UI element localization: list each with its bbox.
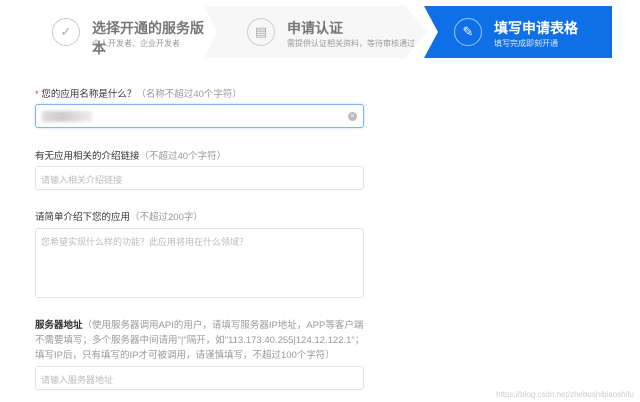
- app-name-label: * 您的应用名称是什么？（名称不超过40个字符）: [35, 86, 242, 100]
- step-desc: 个人开发者、企业开发者: [92, 39, 180, 48]
- intro-link-input[interactable]: 请输入相关介绍链接: [35, 166, 364, 190]
- step-title: 申请认证: [287, 20, 343, 36]
- document-icon: ▤: [247, 18, 275, 46]
- step-desc: 需提供认证相关资料，等待审核通过: [287, 39, 415, 48]
- pencil-icon: ✎: [454, 18, 482, 46]
- label-text: 您的应用名称是什么？: [41, 89, 137, 100]
- label-text: 有无应用相关的介绍链接: [35, 151, 140, 162]
- label-hint: （不超过200字）: [130, 212, 203, 223]
- label-hint: （不超过40个字符）: [139, 151, 227, 162]
- step-desc: 填写完成即刻开通: [494, 39, 558, 48]
- clear-icon[interactable]: ×: [348, 112, 357, 121]
- step-progress: ✓ 选择开通的服务版本 个人开发者、企业开发者 ▤ 申请认证 需提供认证相关资料…: [0, 6, 640, 58]
- required-mark: *: [35, 89, 39, 100]
- server-address-label: 服务器地址（使用服务器调用API的用户，请填写服务器IP地址，APP等客户端不需…: [35, 318, 370, 363]
- server-address-input[interactable]: 请输入服务器地址: [35, 366, 364, 390]
- label-hint: （使用服务器调用API的用户，请填写服务器IP地址，APP等客户端不需要填写；多…: [35, 320, 365, 361]
- label-text: 服务器地址: [35, 320, 83, 331]
- step-select-version: ✓ 选择开通的服务版本 个人开发者、企业开发者: [0, 6, 215, 58]
- step-title: 填写申请表格: [494, 20, 578, 36]
- label-hint: （名称不超过40个字符）: [136, 89, 242, 100]
- app-intro-label: 请简单介绍下您的应用（不超过200字）: [35, 209, 203, 223]
- intro-link-label: 有无应用相关的介绍链接（不超过40个字符）: [35, 148, 226, 162]
- app-name-input[interactable]: ×: [35, 104, 364, 128]
- blurred-value: [42, 111, 92, 122]
- check-icon: ✓: [52, 18, 80, 46]
- app-intro-textarea[interactable]: 您希望实现什么样的功能？此应用将用在什么领域？: [35, 228, 364, 298]
- step-certification: ▤ 申请认证 需提供认证相关资料，等待审核通过: [205, 6, 427, 58]
- watermark: https://blog.csdn.net/zhebushibiaoshifu: [496, 390, 634, 399]
- step-fill-form: ✎ 填写申请表格 填写完成即刻开通: [424, 6, 612, 58]
- label-text: 请简单介绍下您的应用: [35, 212, 131, 223]
